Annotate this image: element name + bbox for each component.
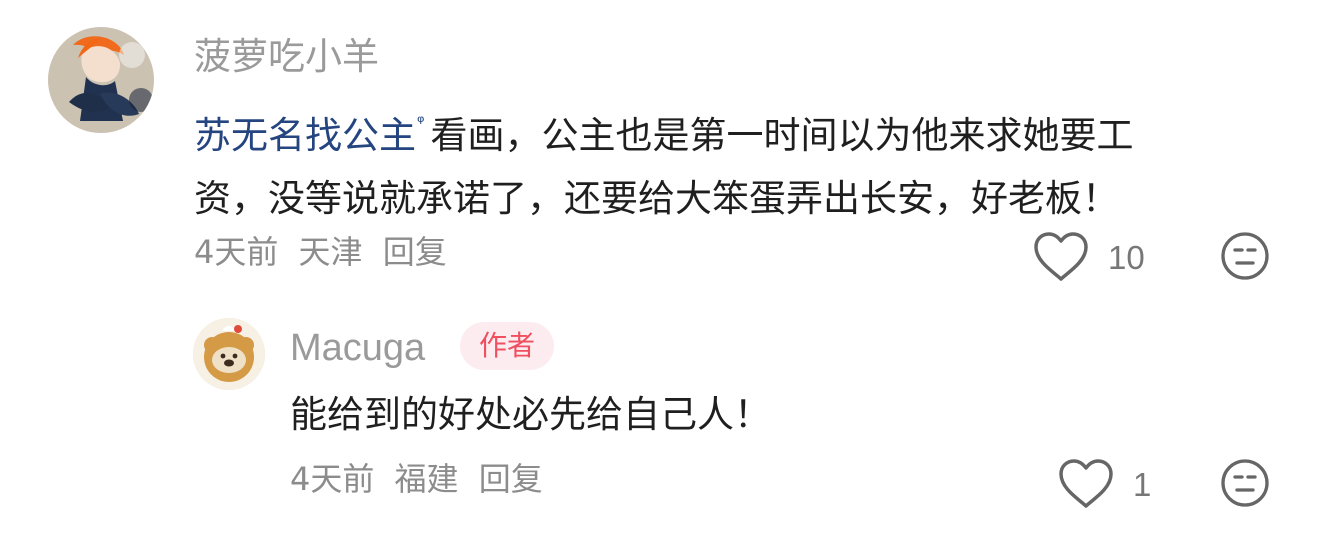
comment-like-count: 10 bbox=[1108, 238, 1145, 276]
reply-button[interactable]: 回复 bbox=[383, 233, 447, 271]
comment-author-name[interactable]: 菠萝吃小羊 bbox=[194, 38, 379, 75]
reply-author-name[interactable]: Macuga bbox=[290, 329, 425, 367]
comment-text-line-1: 苏无名找公主ᵠ 看画，公主也是第一时间以为他来求她要工 bbox=[194, 91, 1279, 167]
dislike-face-icon[interactable] bbox=[1220, 458, 1270, 508]
comment-text: 苏无名找公主ᵠ 看画，公主也是第一时间以为他来求她要工 资，没等说就承诺了，还要… bbox=[194, 91, 1279, 230]
comment-like-button[interactable]: 10 bbox=[1032, 231, 1145, 283]
comment-time: 4天前 bbox=[194, 233, 279, 271]
heart-icon[interactable] bbox=[1057, 458, 1115, 510]
mention-text[interactable]: 苏无名找公主 bbox=[194, 114, 416, 157]
avatar-icon bbox=[193, 318, 265, 390]
reply-location: 福建 bbox=[394, 460, 459, 498]
reply-like-count: 1 bbox=[1133, 465, 1152, 503]
reply-author-avatar[interactable] bbox=[193, 318, 265, 390]
comment-meta: 4天前 天津 回复 bbox=[194, 236, 457, 268]
comment-location: 天津 bbox=[298, 233, 363, 271]
mention-icon: ᵠ bbox=[417, 112, 425, 133]
reply-like-button[interactable]: 1 bbox=[1057, 458, 1151, 510]
mention-link[interactable]: 苏无名找公主ᵠ bbox=[194, 91, 424, 167]
reply-time: 4天前 bbox=[290, 460, 375, 498]
comment-author-avatar[interactable] bbox=[48, 27, 154, 133]
reply-meta: 4天前 福建 回复 bbox=[290, 463, 553, 495]
comment-text-line-2: 资，没等说就承诺了，还要给大笨蛋弄出长安，好老板！ bbox=[194, 177, 1119, 220]
avatar-icon bbox=[48, 27, 154, 133]
reply-reply-button[interactable]: 回复 bbox=[479, 460, 543, 498]
heart-icon[interactable] bbox=[1032, 231, 1090, 283]
comment-text-line-1-body: 看画，公主也是第一时间以为他来求她要工 bbox=[430, 114, 1134, 157]
author-badge: 作者 bbox=[460, 322, 554, 370]
reply-text: 能给到的好处必先给自己人！ bbox=[290, 393, 771, 436]
dislike-face-icon[interactable] bbox=[1220, 231, 1270, 281]
